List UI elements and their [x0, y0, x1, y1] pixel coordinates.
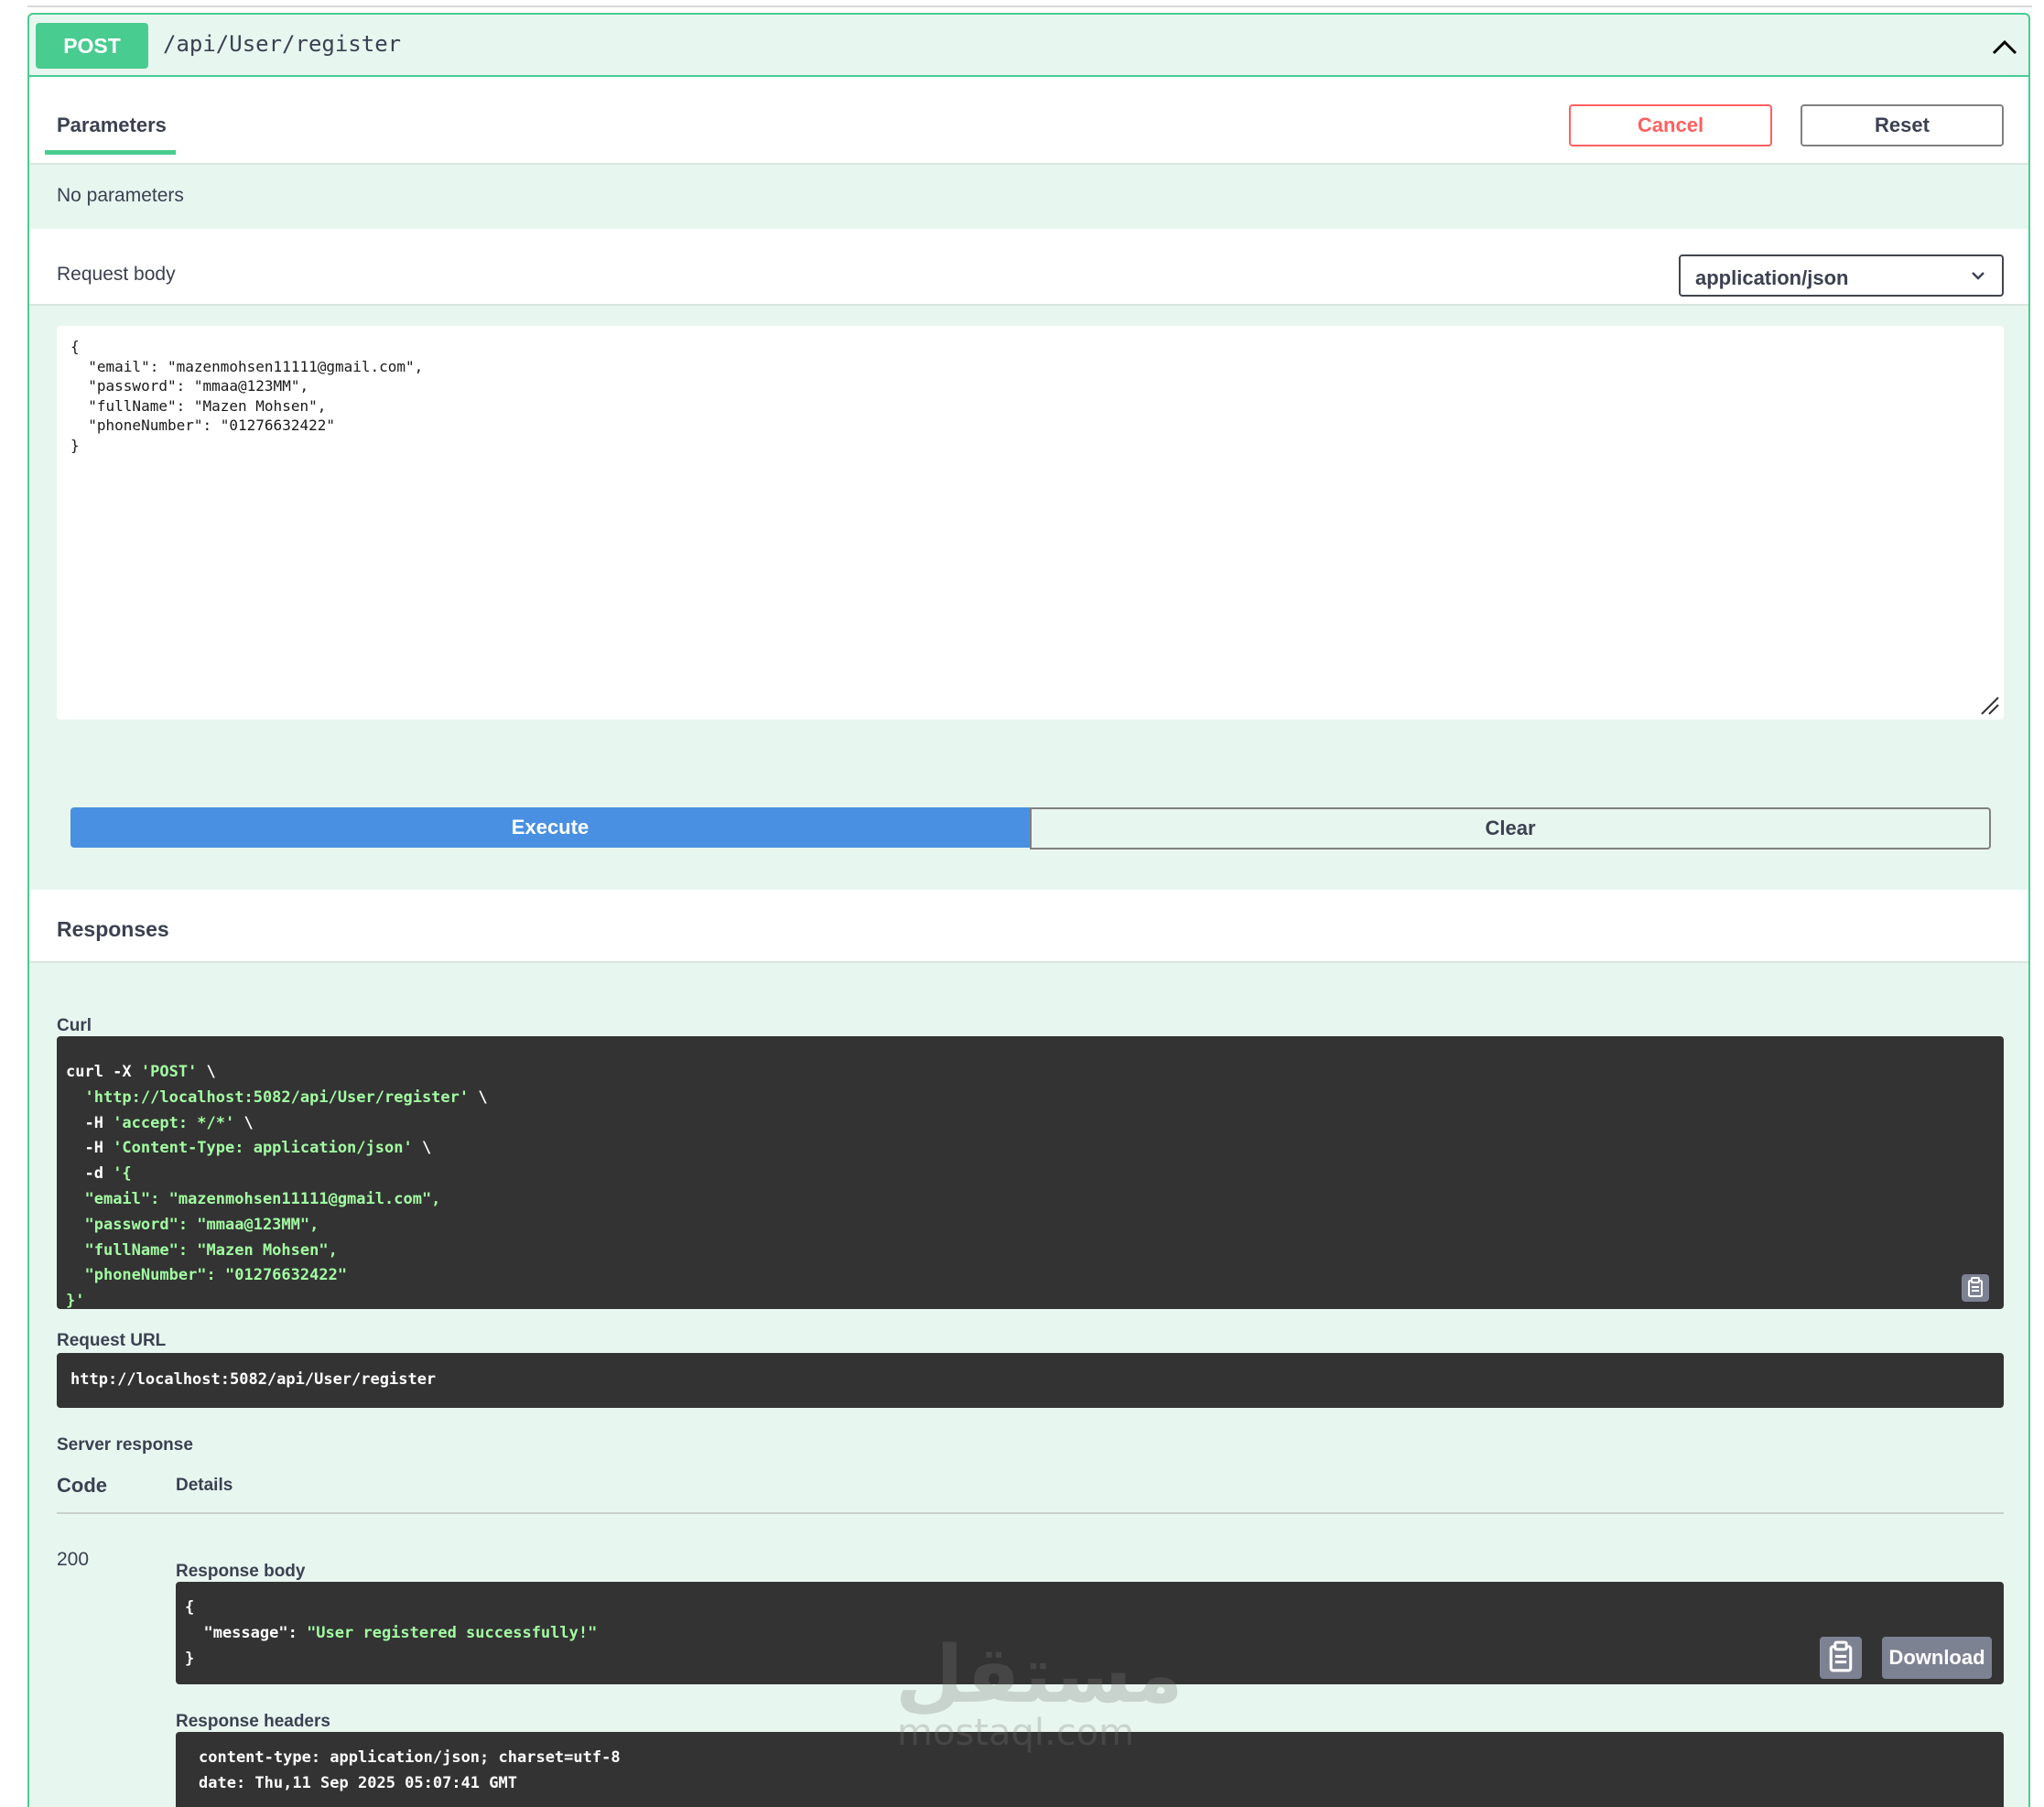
- parameters-tab-bar: Parameters Cancel Reset: [29, 77, 2028, 165]
- json-close-brace: }: [185, 1650, 195, 1668]
- curl-literal: "fullName": "Mazen Mohsen",: [84, 1240, 338, 1260]
- json-value-message: "User registered successfully!": [307, 1624, 598, 1642]
- request-body-header: Request body application/json: [29, 229, 2028, 306]
- watermark-logo: مستقل mostaql.com: [888, 1629, 1184, 1758]
- reset-button[interactable]: Reset: [1801, 104, 2004, 146]
- responses-header: Responses: [29, 890, 2028, 963]
- active-tab-indicator: [45, 150, 176, 155]
- curl-code-block: curl -X 'POST' \ 'http://localhost:5082/…: [57, 1036, 2004, 1310]
- curl-text: [66, 1241, 84, 1260]
- clear-button[interactable]: Clear: [1030, 807, 1991, 849]
- endpoint-path: /api/User/register: [163, 31, 402, 57]
- editor-line: "fullName": "Mazen Mohsen",: [70, 396, 327, 415]
- request-body-editor[interactable]: { "email": "mazenmohsen11111@gmail.com",…: [57, 326, 2004, 720]
- response-table-header: Code Details: [57, 1461, 2004, 1514]
- editor-line: }: [70, 436, 80, 454]
- top-divider: [27, 5, 2032, 7]
- chevron-up-icon[interactable]: [1988, 33, 2021, 60]
- responses-title: Responses: [57, 917, 169, 941]
- curl-line: "phoneNumber": "01276632422": [66, 1266, 347, 1284]
- request-body-json[interactable]: { "email": "mazenmohsen11111@gmail.com",…: [70, 337, 423, 455]
- editor-line: "email": "mazenmohsen11111@gmail.com",: [70, 357, 424, 375]
- execute-button[interactable]: Execute: [70, 807, 1030, 848]
- curl-text: \: [412, 1139, 432, 1158]
- curl-literal: }': [66, 1292, 85, 1311]
- curl-literal: "phoneNumber": "01276632422": [84, 1266, 348, 1285]
- clipboard-icon: [1968, 1277, 1983, 1297]
- response-header-line: date: Thu,11 Sep 2025 05:07:41 GMT: [199, 1774, 517, 1792]
- curl-literal: 'POST': [140, 1063, 198, 1081]
- curl-line: "password": "mmaa@123MM",: [66, 1216, 319, 1234]
- chevron-down-icon: [1972, 272, 1985, 280]
- curl-literal: "email": "mazenmohsen11111@gmail.com",: [84, 1189, 441, 1208]
- curl-text: \: [469, 1087, 488, 1107]
- curl-line: }': [66, 1292, 84, 1310]
- watermark-latin: mostaql.com: [897, 1712, 1135, 1754]
- request-url-block: http://localhost:5082/api/User/register: [57, 1353, 2004, 1408]
- details-column-header: Details: [176, 1476, 233, 1495]
- curl-text: -d: [66, 1164, 114, 1184]
- curl-line: curl -X 'POST' \: [66, 1063, 216, 1081]
- curl-text: curl -X: [66, 1063, 141, 1081]
- curl-line: -H 'Content-Type: application/json' \: [66, 1139, 431, 1157]
- curl-literal: 'Content-Type: application/json': [113, 1139, 413, 1158]
- curl-text: -H: [66, 1113, 114, 1132]
- response-headers-label: Response headers: [176, 1712, 330, 1731]
- editor-line: "phoneNumber": "01276632422": [70, 417, 335, 434]
- curl-text: \: [197, 1063, 216, 1081]
- response-header-line: content-type: application/json; charset=…: [199, 1748, 621, 1767]
- request-body-label: Request body: [57, 264, 176, 285]
- json-open-brace: {: [185, 1598, 195, 1617]
- content-type-select[interactable]: application/json: [1679, 254, 2004, 297]
- curl-command: curl -X 'POST' \ 'http://localhost:5082/…: [66, 1060, 488, 1315]
- http-method-badge: POST: [36, 23, 148, 69]
- json-key-message: "message":: [185, 1624, 308, 1642]
- clipboard-icon: [1829, 1640, 1853, 1672]
- curl-label: Curl: [57, 1016, 92, 1035]
- resize-handle-icon[interactable]: [1980, 696, 2000, 716]
- response-status-code: 200: [57, 1549, 90, 1570]
- server-response-label: Server response: [57, 1435, 193, 1455]
- editor-line: {: [70, 338, 80, 355]
- request-url-value: http://localhost:5082/api/User/register: [70, 1370, 437, 1389]
- cancel-button[interactable]: Cancel: [1569, 104, 1772, 146]
- curl-line: "email": "mazenmohsen11111@gmail.com",: [66, 1190, 440, 1208]
- download-button[interactable]: Download: [1882, 1637, 1992, 1679]
- curl-literal: 'http://localhost:5082/api/User/register…: [84, 1087, 470, 1107]
- code-column-header: Code: [57, 1474, 107, 1497]
- curl-text: -H: [66, 1139, 114, 1158]
- operation-block-post-register: POST /api/User/register Parameters Cance…: [27, 13, 2030, 1807]
- curl-literal: "password": "mmaa@123MM",: [84, 1215, 319, 1234]
- curl-line: 'http://localhost:5082/api/User/register…: [66, 1087, 488, 1107]
- curl-text: [66, 1190, 84, 1208]
- no-parameters-text: No parameters: [57, 185, 184, 206]
- watermark-arabic: مستقل: [895, 1629, 1184, 1721]
- curl-line: "fullName": "Mazen Mohsen",: [66, 1240, 338, 1260]
- copy-response-button[interactable]: [1820, 1637, 1862, 1679]
- curl-literal: '{: [113, 1164, 132, 1184]
- operation-summary[interactable]: POST /api/User/register: [29, 15, 2028, 77]
- response-body-json: { "message": "User registered successful…: [185, 1595, 597, 1672]
- response-body-label: Response body: [176, 1562, 306, 1581]
- editor-line: "password": "mmaa@123MM",: [70, 377, 309, 395]
- curl-text: \: [234, 1113, 254, 1132]
- curl-line: -H 'accept: */*' \: [66, 1113, 254, 1132]
- curl-text: [66, 1216, 84, 1234]
- curl-text: [66, 1266, 84, 1284]
- tab-parameters[interactable]: Parameters: [57, 114, 167, 137]
- copy-curl-button[interactable]: [1962, 1274, 1989, 1302]
- request-url-label: Request URL: [57, 1331, 167, 1350]
- curl-line: -d '{: [66, 1164, 132, 1184]
- content-type-value: application/json: [1695, 266, 1849, 289]
- curl-text: [66, 1088, 84, 1107]
- curl-literal: 'accept: */*': [113, 1113, 235, 1132]
